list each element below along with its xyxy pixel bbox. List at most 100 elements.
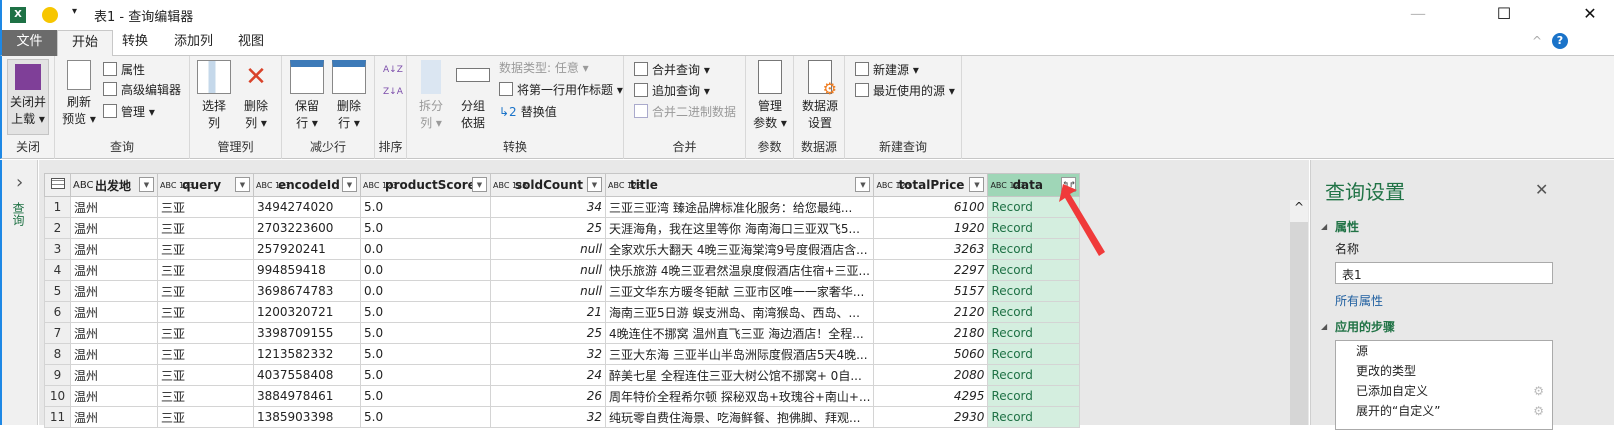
keep-rows-button[interactable]: 保留行 ▾ — [288, 56, 326, 132]
step-settings-gear-icon[interactable]: ⚙ — [1533, 381, 1544, 401]
applied-step[interactable]: 更改的类型 — [1336, 361, 1552, 381]
vertical-scrollbar[interactable]: ^ — [1290, 200, 1308, 425]
manage-button[interactable]: 管理 ▾ — [103, 102, 155, 122]
table-cell: 三亚文华东方暖冬钜献 三亚市区唯一一家奢华... — [604, 280, 875, 302]
queries-pane-label[interactable]: 查询 — [10, 202, 27, 226]
column-header-title[interactable]: ABC 123title ▼ — [604, 173, 875, 197]
tab-home[interactable]: 开始 — [57, 30, 114, 57]
column-header-productScore[interactable]: ABC 123productScore ▼ — [360, 173, 491, 197]
record-link[interactable]: Record — [987, 322, 1081, 344]
step-label: 更改的类型 — [1356, 364, 1417, 378]
btn-label: 属性 — [121, 63, 146, 77]
help-icon[interactable]: ? — [1552, 33, 1568, 49]
step-settings-gear-icon[interactable]: ⚙ — [1533, 401, 1544, 421]
quick-access-dropdown[interactable]: ▾ — [72, 6, 77, 17]
close-window-button[interactable]: ✕ — [1570, 4, 1610, 26]
filter-dropdown-icon[interactable]: ▼ — [235, 177, 250, 192]
table-cell: 2930 — [873, 406, 989, 428]
type-icon[interactable]: ABC 123 — [876, 181, 910, 190]
ribbon-tabs: 文件 开始 转换 添加列 视图 ^ ? — [0, 30, 1614, 57]
table-cell: 三亚 — [157, 238, 254, 260]
maximize-button[interactable]: ☐ — [1484, 4, 1524, 26]
record-link[interactable]: Record — [987, 343, 1081, 365]
type-icon[interactable]: ABC 123 — [990, 181, 1024, 190]
new-source-button[interactable]: 新建源 ▾ — [855, 60, 919, 80]
filter-dropdown-icon[interactable]: ▼ — [342, 177, 357, 192]
applied-step[interactable]: 展开的“自定义” ⚙ — [1336, 401, 1552, 421]
data-source-settings-button[interactable]: ⚙ 数据源 设置 — [798, 56, 842, 132]
filter-dropdown-icon[interactable]: ▼ — [855, 177, 871, 192]
table-cell: 32 — [490, 343, 606, 365]
type-icon[interactable]: ABC 123 — [160, 181, 194, 190]
table-cell: 5.0 — [360, 406, 491, 428]
properties-icon — [103, 62, 117, 76]
manage-parameters-button[interactable]: 管理 参数 ▾ — [750, 56, 790, 132]
tab-add-column[interactable]: 添加列 — [160, 30, 227, 56]
type-icon[interactable]: ABC 123 — [608, 181, 642, 190]
choose-columns-button[interactable]: 选择列 — [196, 56, 232, 132]
type-icon[interactable]: ABC 123 — [363, 181, 397, 190]
btn-label: 预览 ▾ — [62, 112, 96, 126]
remove-rows-button[interactable]: 删除行 ▾ — [330, 56, 368, 132]
recent-sources-button[interactable]: 最近使用的源 ▾ — [855, 81, 955, 101]
applied-step[interactable]: 源 — [1336, 341, 1552, 361]
table-cell: 1200320721 — [253, 301, 361, 323]
filter-dropdown-icon[interactable]: ▼ — [969, 177, 985, 192]
collapse-triangle-icon[interactable]: ◢ — [1321, 322, 1327, 331]
append-queries-button[interactable]: 追加查询 ▾ — [634, 81, 710, 101]
filter-dropdown-icon[interactable]: ▼ — [587, 177, 602, 192]
all-properties-link[interactable]: 所有属性 — [1335, 292, 1383, 309]
close-and-load-button[interactable]: 关闭并 上载 ▾ — [7, 59, 49, 135]
type-icon[interactable]: ABC — [73, 181, 94, 191]
filter-dropdown-icon[interactable]: ▼ — [139, 177, 154, 192]
merge-queries-button[interactable]: 合并查询 ▾ — [634, 60, 710, 80]
data-type-dropdown[interactable]: 数据类型: 任意 ▾ — [499, 58, 589, 78]
sort-descending-button[interactable]: Z↓A — [383, 82, 403, 102]
type-icon[interactable]: ABC 123 — [493, 181, 527, 190]
table-menu-button[interactable] — [44, 173, 71, 197]
remove-columns-button[interactable]: ✕ 删除列 ▾ — [238, 56, 274, 132]
advanced-editor-button[interactable]: 高级编辑器 — [103, 80, 181, 100]
applied-step[interactable]: 已添加自定义 ⚙ — [1336, 381, 1552, 401]
table-cell: 3884978461 — [253, 385, 361, 407]
collapse-ribbon-icon[interactable]: ^ — [1532, 34, 1542, 48]
table-cell: 1385903398 — [253, 406, 361, 428]
table-cell: 纯玩零自费住海景、吃海鲜餐、抱佛脚、拜观... — [604, 406, 875, 428]
smiley-icon[interactable] — [42, 7, 58, 23]
combine-binaries-button[interactable]: 合并二进制数据 — [634, 102, 736, 122]
scroll-up-icon[interactable]: ^ — [1290, 200, 1308, 222]
filter-dropdown-icon[interactable]: ▼ — [472, 177, 487, 192]
record-link[interactable]: Record — [987, 364, 1081, 386]
split-column-button[interactable]: 拆分列 ▾ — [413, 56, 449, 132]
minimize-button[interactable]: — — [1398, 4, 1438, 26]
type-icon[interactable]: ABC 123 — [256, 181, 290, 190]
properties-button[interactable]: 属性 — [103, 60, 145, 80]
use-first-row-as-headers-button[interactable]: 将第一行用作标题 ▾ — [499, 80, 623, 100]
collapse-triangle-icon[interactable]: ◢ — [1321, 222, 1327, 231]
row-number: 4 — [44, 259, 71, 281]
replace-values-button[interactable]: ↳2 替换值 — [499, 102, 557, 122]
record-link[interactable]: Record — [987, 280, 1081, 302]
record-link[interactable]: Record — [987, 301, 1081, 323]
tab-transform[interactable]: 转换 — [108, 30, 162, 56]
table-cell: 温州 — [70, 259, 158, 281]
column-header-encodeId[interactable]: ABC 123encodeId ▼ — [253, 173, 361, 197]
query-name-input[interactable]: 表1 — [1335, 262, 1553, 284]
tab-view[interactable]: 视图 — [224, 30, 278, 56]
sort-ascending-button[interactable]: A↓Z — [383, 60, 403, 80]
group-by-button[interactable]: 分组 依据 — [455, 56, 491, 132]
column-header-query[interactable]: ABC 123query ▼ — [157, 173, 254, 197]
close-panel-button[interactable]: ✕ — [1535, 180, 1548, 199]
record-link[interactable]: Record — [987, 406, 1081, 428]
column-header-出发地[interactable]: ABC出发地 ▼ — [70, 173, 158, 197]
record-link[interactable]: Record — [987, 259, 1081, 281]
column-name: query — [182, 178, 222, 192]
record-link[interactable]: Record — [987, 385, 1081, 407]
column-header-totalPrice[interactable]: ABC 123totalPrice ▼ — [873, 173, 989, 197]
column-header-soldCount[interactable]: ABC 123soldCount ▼ — [490, 173, 606, 197]
group-label: 转换 — [502, 140, 527, 154]
tab-file[interactable]: 文件 — [2, 30, 57, 56]
refresh-preview-button[interactable]: 刷新 预览 ▾ — [59, 56, 99, 128]
table-row: 11 温州 三亚 1385903398 5.0 32 纯玩零自费住海景、吃海鲜餐、抱佛脚、拜… — [44, 406, 1081, 428]
expand-queries-icon[interactable]: › — [16, 172, 23, 193]
